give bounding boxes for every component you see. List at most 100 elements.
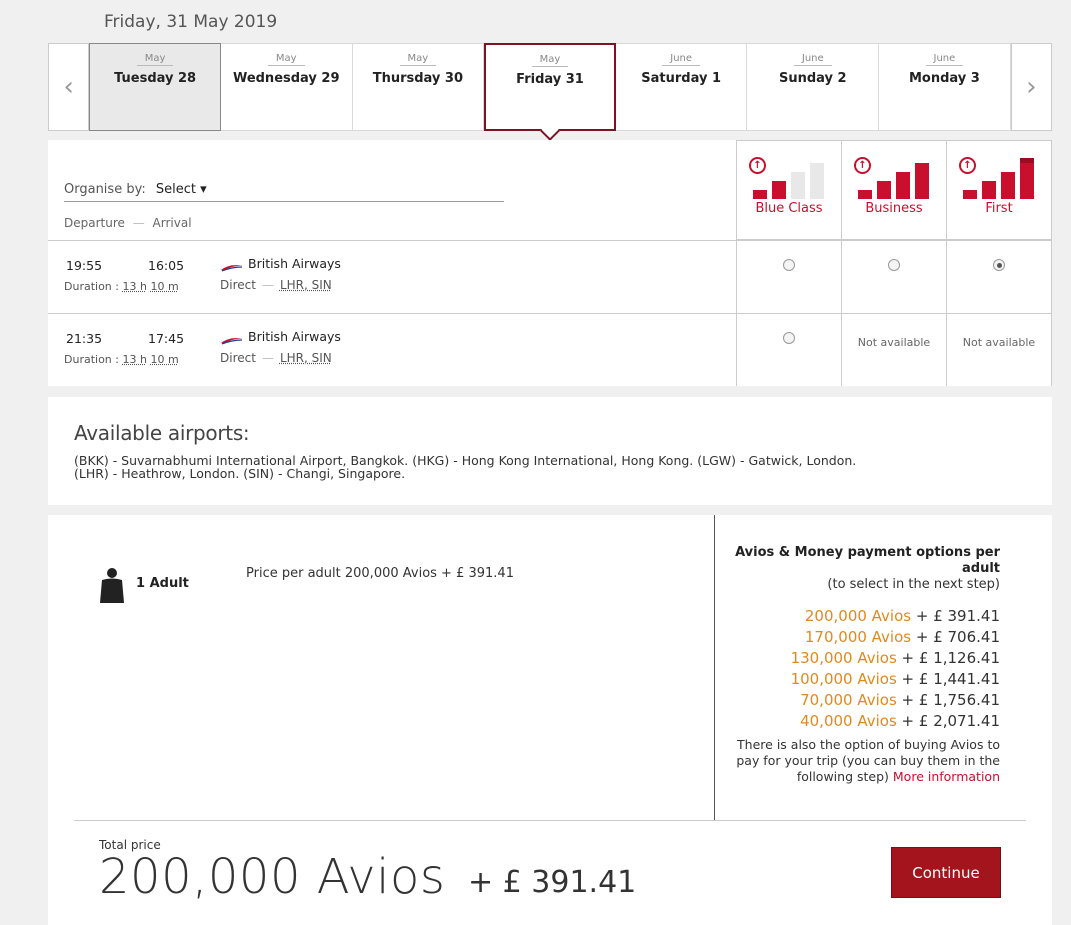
- chevron-left-icon: ‹: [63, 72, 74, 102]
- cabin-label: Business: [865, 201, 923, 216]
- airports-list: (BKK) - Suvarnabhumi International Airpo…: [74, 454, 1024, 480]
- departure-label: Departure: [64, 216, 125, 230]
- availability-bars: [858, 161, 932, 199]
- not-available-label: Not available: [857, 336, 931, 349]
- departure-time: 19:55: [66, 258, 103, 273]
- date-tab-selected[interactable]: May Friday 31: [484, 43, 616, 141]
- cabin-label: Blue Class: [755, 201, 823, 216]
- divider: [74, 820, 1026, 821]
- prev-dates-button[interactable]: ‹: [48, 43, 90, 131]
- options-title: Avios & Money payment options per adult: [735, 545, 1000, 576]
- fare-cell-business: Not available: [841, 314, 947, 386]
- duration-hours: 13 h: [122, 353, 147, 366]
- not-available-label: Not available: [962, 336, 1036, 349]
- option-avios: 100,000 Avios: [790, 670, 897, 688]
- date-tab[interactable]: May Tuesday 28: [89, 43, 221, 131]
- date-selector: ‹ May Tuesday 28 May Wednesday 29 May Th…: [48, 43, 1052, 141]
- cabin-header-business: ↑ Business: [841, 140, 947, 240]
- departure-time: 21:35: [66, 331, 103, 346]
- column-header-times: Departure — Arrival: [64, 216, 192, 230]
- organise-by-select[interactable]: Organise by: Select ▾: [64, 182, 504, 202]
- cabin-header-first: ↑ First: [946, 140, 1052, 240]
- separator: —: [261, 278, 274, 292]
- payment-option: 100,000 Avios + £ 1,441.41: [720, 669, 1000, 690]
- date-tab-month: May: [136, 53, 174, 66]
- date-tab[interactable]: June Saturday 1: [615, 43, 748, 131]
- availability-bars: [753, 161, 827, 199]
- next-dates-button[interactable]: ›: [1010, 43, 1052, 131]
- cabin-header-blue-class: ↑ Blue Class: [736, 140, 842, 240]
- payment-option: 70,000 Avios + £ 1,756.41: [720, 690, 1000, 711]
- date-tab-month: June: [793, 53, 832, 66]
- duration-minutes: 10 m: [150, 353, 179, 366]
- route-airports[interactable]: LHR, SIN: [280, 351, 332, 365]
- airports-line: (LHR) - Heathrow, London. (SIN) - Changi…: [74, 466, 406, 481]
- arrival-time: 17:45: [148, 331, 185, 346]
- flight-duration: Duration : 13 h 10 m: [64, 280, 179, 293]
- route-airports[interactable]: LHR, SIN: [280, 278, 332, 292]
- duration-label: Duration :: [64, 280, 123, 293]
- option-money: + £ 2,071.41: [896, 712, 1000, 730]
- options-subtitle: (to select in the next step): [827, 577, 1000, 592]
- option-avios: 130,000 Avios: [790, 649, 897, 667]
- fare-radio[interactable]: [888, 259, 900, 271]
- avios-money-options: Avios & Money payment options per adult …: [720, 545, 1000, 785]
- date-tab-month: June: [662, 53, 701, 66]
- price-summary-panel: 1 Adult Price per adult 200,000 Avios + …: [48, 515, 1052, 925]
- fare-cell-blue-class[interactable]: [736, 314, 842, 386]
- flight-row[interactable]: 21:35 17:45 Duration : 13 h 10 m British…: [48, 314, 736, 386]
- date-tab-month: May: [531, 54, 569, 67]
- date-tab[interactable]: June Sunday 2: [747, 43, 880, 131]
- separator: —: [132, 216, 145, 230]
- option-money: + £ 1,756.41: [896, 691, 1000, 709]
- date-tab-day: Monday 3: [908, 71, 980, 86]
- arrival-label: Arrival: [152, 216, 192, 230]
- fare-cell-business[interactable]: [841, 241, 947, 313]
- airports-title: Available airports:: [74, 421, 250, 445]
- payment-option: 170,000 Avios + £ 706.41: [720, 627, 1000, 648]
- more-information-link[interactable]: More information: [893, 769, 1000, 784]
- total-avios: 200,000 Avios: [99, 849, 446, 905]
- fare-cell-blue-class[interactable]: [736, 241, 842, 313]
- flight-row[interactable]: 19:55 16:05 Duration : 13 h 10 m British…: [48, 241, 736, 313]
- fare-radio[interactable]: [783, 332, 795, 344]
- airline-name: British Airways: [248, 256, 341, 271]
- payment-option: 130,000 Avios + £ 1,126.41: [720, 648, 1000, 669]
- date-tab[interactable]: June Monday 3: [879, 43, 1011, 131]
- fare-radio-selected[interactable]: [993, 259, 1005, 271]
- organise-by-label: Organise by:: [64, 182, 146, 197]
- duration-hours: 13 h: [122, 280, 147, 293]
- payment-option: 200,000 Avios + £ 391.41: [720, 606, 1000, 627]
- british-airways-speedmarque-icon: [221, 338, 243, 345]
- date-tab-day: Sunday 2: [778, 71, 847, 86]
- date-tab[interactable]: May Wednesday 29: [220, 43, 353, 131]
- british-airways-speedmarque-icon: [221, 265, 243, 272]
- flight-results: Organise by: Select ▾ Departure — Arriva…: [48, 140, 1052, 386]
- payment-option: 40,000 Avios + £ 2,071.41: [720, 711, 1000, 732]
- date-tab-day: Thursday 30: [372, 71, 463, 86]
- flight-duration: Duration : 13 h 10 m: [64, 353, 179, 366]
- direct-label: Direct: [220, 278, 256, 292]
- date-tab-day: Tuesday 28: [114, 71, 197, 86]
- airline-name: British Airways: [248, 329, 341, 344]
- continue-button[interactable]: Continue: [891, 847, 1001, 898]
- option-money: + £ 1,126.41: [896, 649, 1000, 667]
- direct-label: Direct: [220, 351, 256, 365]
- date-tab-month: May: [399, 53, 437, 66]
- fare-radio[interactable]: [783, 259, 795, 271]
- availability-bars: [963, 158, 1037, 199]
- organise-by-value: Select ▾: [155, 182, 207, 197]
- total-money: + £ 391.41: [468, 865, 637, 900]
- fare-cell-first[interactable]: [946, 241, 1052, 313]
- buy-avios-note: There is also the option of buying Avios…: [720, 737, 1000, 785]
- divider: [714, 515, 715, 820]
- flight-route: Direct — LHR, SIN: [220, 278, 332, 292]
- person-icon: [100, 568, 124, 603]
- available-airports-panel: Available airports: (BKK) - Suvarnabhumi…: [48, 397, 1052, 505]
- date-tab-day: Friday 31: [516, 72, 584, 87]
- option-money: + £ 706.41: [911, 628, 1000, 646]
- duration-label: Duration :: [64, 353, 123, 366]
- selected-pointer: [540, 121, 560, 141]
- date-tab[interactable]: May Thursday 30: [352, 43, 485, 131]
- date-tab-day: Saturday 1: [641, 71, 722, 86]
